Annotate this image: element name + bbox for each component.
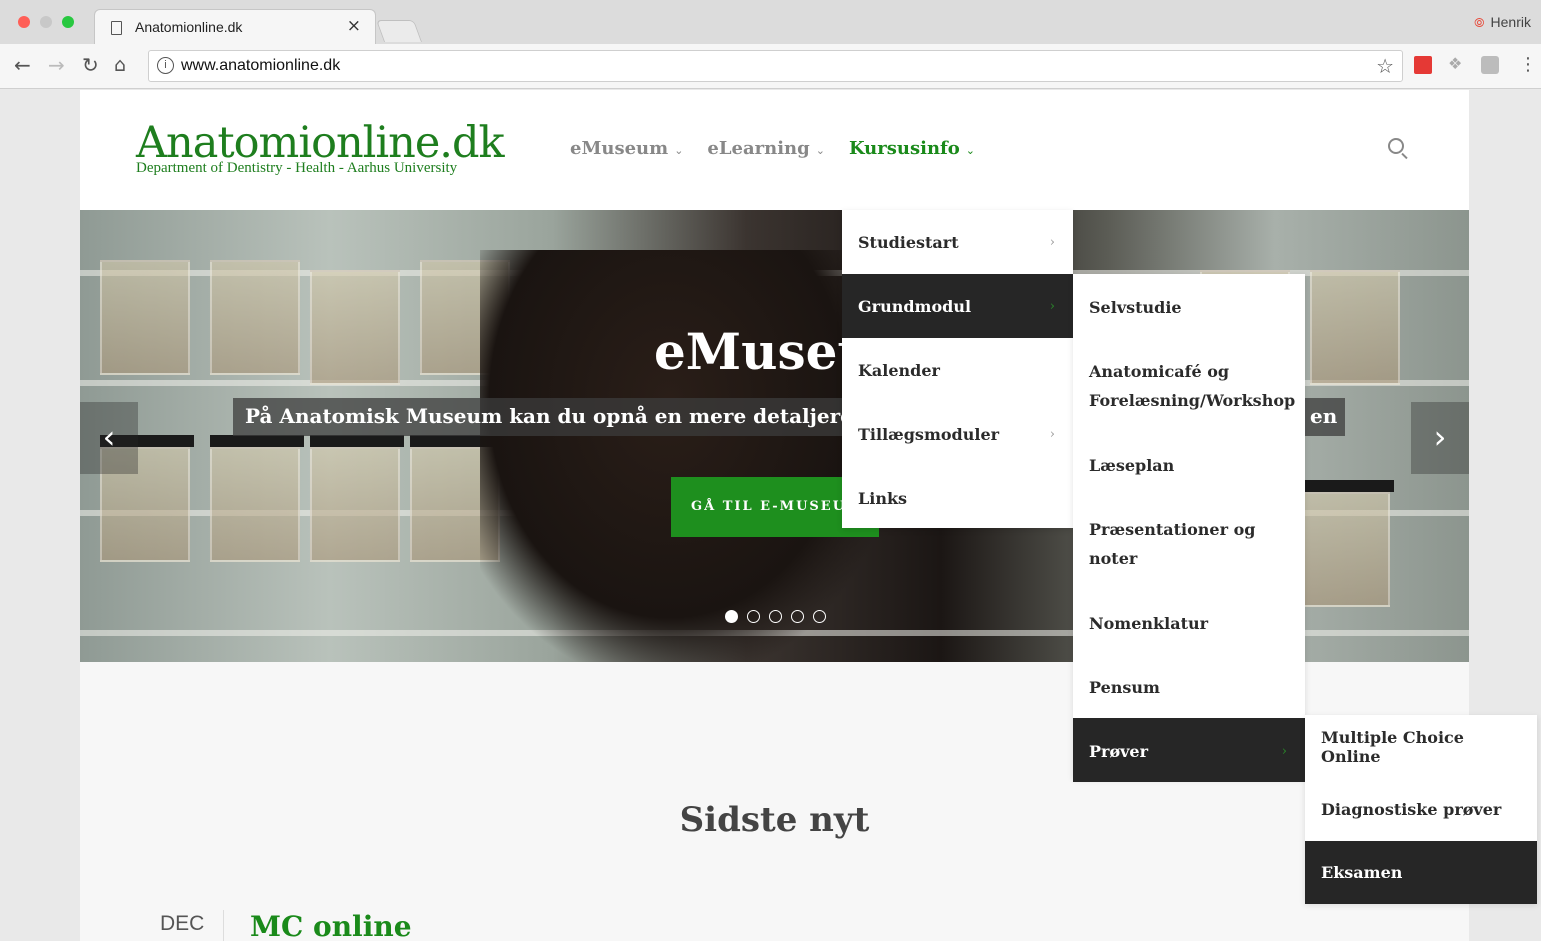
chevron-right-icon: › [1049, 234, 1055, 250]
news-divider [223, 910, 224, 941]
menu-item-nomenklatur[interactable]: Nomenklatur [1073, 590, 1305, 654]
browser-tab-bar: Anatomionline.dk × ⦾ Henrik [0, 0, 1541, 44]
specimen-jar [1300, 492, 1390, 607]
main-navigation: eMuseum ⌄ eLearning ⌄ Kursusinfo ⌄ [570, 138, 975, 159]
jar-lid [1300, 480, 1394, 492]
menu-item-pensum[interactable]: Pensum [1073, 654, 1305, 718]
nav-item-elearning[interactable]: eLearning ⌄ [707, 138, 825, 159]
chevron-right-icon: › [1433, 418, 1447, 456]
menu-item-kalender[interactable]: Kalender [842, 338, 1073, 402]
bookmark-star-icon[interactable]: ☆ [1376, 54, 1394, 78]
specimen-jar [310, 270, 400, 385]
slider-pagination [725, 610, 826, 623]
close-window-button[interactable] [18, 16, 30, 28]
menu-dots-icon[interactable]: ⋮ [1519, 54, 1537, 75]
specimen-jar [210, 260, 300, 375]
extension-dropbox-icon[interactable]: ❖ [1448, 54, 1466, 73]
slider-dot[interactable] [747, 610, 760, 623]
nav-item-emuseum[interactable]: eMuseum ⌄ [570, 138, 683, 159]
menu-item-prover[interactable]: Prøver › [1073, 718, 1305, 782]
reload-icon[interactable]: ↻ [82, 54, 99, 76]
hero-title: eMuseu [654, 322, 874, 381]
menu-item-grundmodul[interactable]: Grundmodul › [842, 274, 1073, 338]
hero-caption-tail: en [1302, 398, 1346, 436]
news-section-title: Sidste nyt [679, 800, 870, 840]
news-date-month: DEC [160, 912, 205, 935]
kursusinfo-dropdown: Studiestart › Grundmodul › Kalender Tillæg… [842, 210, 1073, 528]
menu-item-anatomicafe[interactable]: Anatomicafé og Forelæsning/Workshop [1073, 338, 1305, 432]
slider-dot[interactable] [769, 610, 782, 623]
site-info-icon[interactable]: i [157, 57, 174, 74]
slider-next-button[interactable]: › [1411, 402, 1469, 474]
site-header: Anatomionline.dk Department of Dentistry… [80, 90, 1469, 210]
prover-submenu: Multiple Choice Online Diagnostiske prøv… [1305, 715, 1537, 904]
specimen-jar [100, 260, 190, 375]
chevron-down-icon: ⌄ [965, 144, 976, 157]
jar-lid [210, 435, 304, 447]
grundmodul-submenu: Selvstudie Anatomicafé og Forelæsning/Wo… [1073, 274, 1305, 782]
menu-item-studiestart[interactable]: Studiestart › [842, 210, 1073, 274]
document-icon [111, 21, 122, 35]
back-arrow-icon[interactable]: ← [14, 54, 31, 76]
extension-icon[interactable] [1481, 56, 1499, 74]
menu-item-selvstudie[interactable]: Selvstudie [1073, 274, 1305, 338]
news-headline-link[interactable]: MC online [250, 910, 412, 941]
url-text[interactable]: www.anatomionline.dk [181, 57, 340, 75]
slider-dot[interactable] [791, 610, 804, 623]
slider-prev-button[interactable]: ‹ [80, 402, 138, 474]
menu-item-tillaegsmoduler[interactable]: Tillægsmoduler › [842, 402, 1073, 466]
chevron-right-icon: › [1049, 426, 1055, 442]
chevron-down-icon: ⌄ [815, 144, 825, 157]
browser-toolbar: ← → ↻ ⌂ i www.anatomionline.dk ☆ ❖ ⋮ [0, 44, 1541, 89]
hero-caption: På Anatomisk Museum kan du opnå en mere … [233, 398, 875, 436]
site-logo-subtitle[interactable]: Department of Dentistry - Health - Aarhu… [136, 160, 457, 177]
menu-item-praesentationer[interactable]: Præsentationer og noter [1073, 496, 1305, 590]
menu-item-multiple-choice-online[interactable]: Multiple Choice Online [1305, 715, 1537, 778]
address-bar[interactable]: i www.anatomionline.dk ☆ [148, 50, 1403, 82]
forward-arrow-icon[interactable]: → [48, 54, 65, 76]
menu-item-diagnostiske-prover[interactable]: Diagnostiske prøver [1305, 778, 1537, 841]
slider-dot[interactable] [813, 610, 826, 623]
profile-button[interactable]: ⦾ Henrik [1474, 14, 1531, 31]
menu-item-links[interactable]: Links [842, 466, 1073, 530]
extension-bookmark-icon[interactable] [1414, 56, 1432, 74]
chevron-down-icon: ⌄ [674, 144, 684, 157]
slider-dot[interactable] [725, 610, 738, 623]
chevron-left-icon: ‹ [102, 418, 116, 456]
tab-title: Anatomionline.dk [135, 19, 243, 35]
menu-item-laeseplan[interactable]: Læseplan [1073, 432, 1305, 496]
home-icon[interactable]: ⌂ [114, 54, 126, 76]
new-tab-button[interactable] [375, 20, 423, 42]
menu-item-eksamen[interactable]: Eksamen [1305, 841, 1537, 904]
specimen-jar [310, 447, 400, 562]
profile-icon: ⦾ [1474, 15, 1485, 30]
maximize-window-button[interactable] [62, 16, 74, 28]
profile-name: Henrik [1490, 14, 1531, 30]
specimen-jar [210, 447, 300, 562]
chevron-right-icon: › [1049, 298, 1055, 314]
specimen-jar [1310, 270, 1400, 385]
visitor-silhouette [480, 250, 900, 662]
jar-lid [310, 435, 404, 447]
chevron-right-icon: › [1281, 743, 1287, 759]
nav-item-kursusinfo[interactable]: Kursusinfo ⌄ [849, 138, 975, 159]
minimize-window-button[interactable] [40, 16, 52, 28]
tab-close-button[interactable]: × [347, 16, 361, 36]
browser-tab[interactable]: Anatomionline.dk × [94, 9, 376, 44]
search-icon[interactable] [1388, 138, 1404, 154]
